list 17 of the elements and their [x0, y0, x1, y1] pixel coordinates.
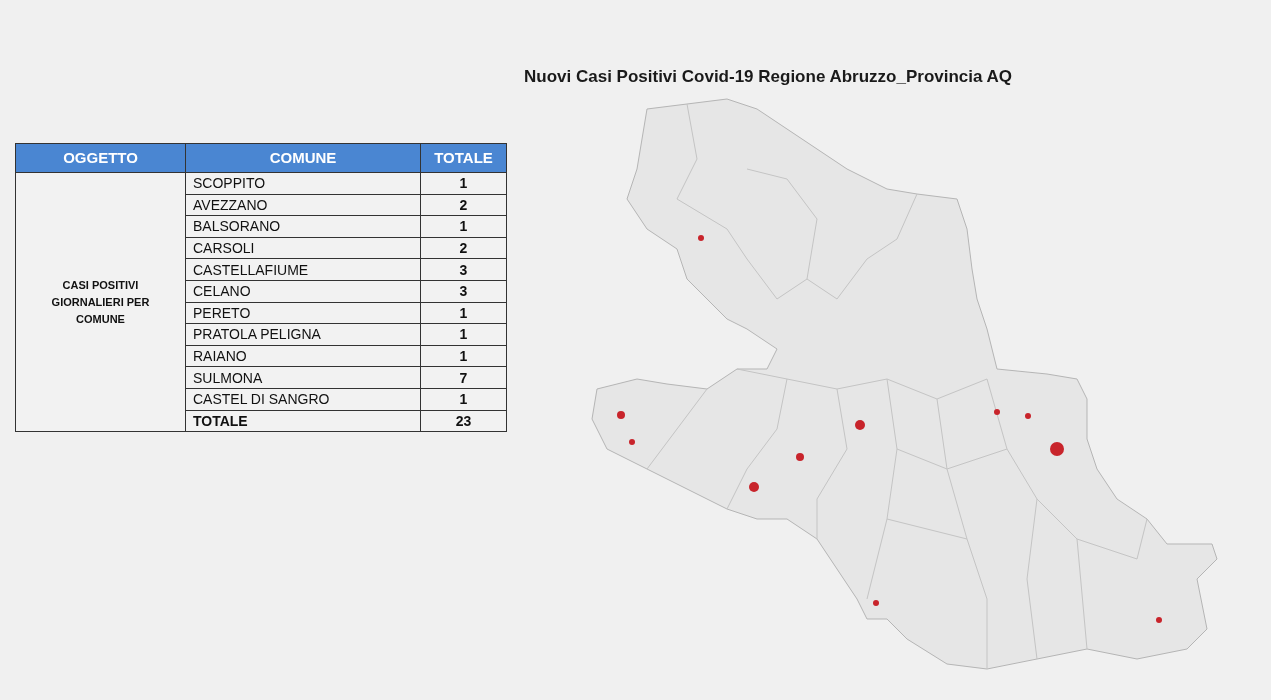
comune-cell: SULMONA: [185, 366, 421, 389]
comune-cell: CELANO: [185, 280, 421, 303]
comune-cell: CASTEL DI SANGRO: [185, 388, 421, 411]
column-header: OGGETTO: [15, 143, 186, 173]
column-header: TOTALE: [420, 143, 507, 173]
comune-cell: PERETO: [185, 302, 421, 324]
comune-cell: CARSOLI: [185, 237, 421, 259]
comune-cell: AVEZZANO: [185, 194, 421, 216]
total-label-cell: TOTALE: [185, 410, 421, 432]
comune-cell: CASTELLAFIUME: [185, 258, 421, 281]
comune-cell: BALSORANO: [185, 215, 421, 238]
map-title: Nuovi Casi Positivi Covid-19 Regione Abruzzo_Provincia AQ: [524, 66, 1014, 88]
group-label-cell: CASI POSITIVI GIORNALIERI PER COMUNE: [15, 172, 186, 432]
comune-cell: RAIANO: [185, 345, 421, 367]
comune-cell: PRATOLA PELIGNA: [185, 323, 421, 346]
column-header: COMUNE: [185, 143, 421, 173]
comune-cell: SCOPPITO: [185, 172, 421, 195]
